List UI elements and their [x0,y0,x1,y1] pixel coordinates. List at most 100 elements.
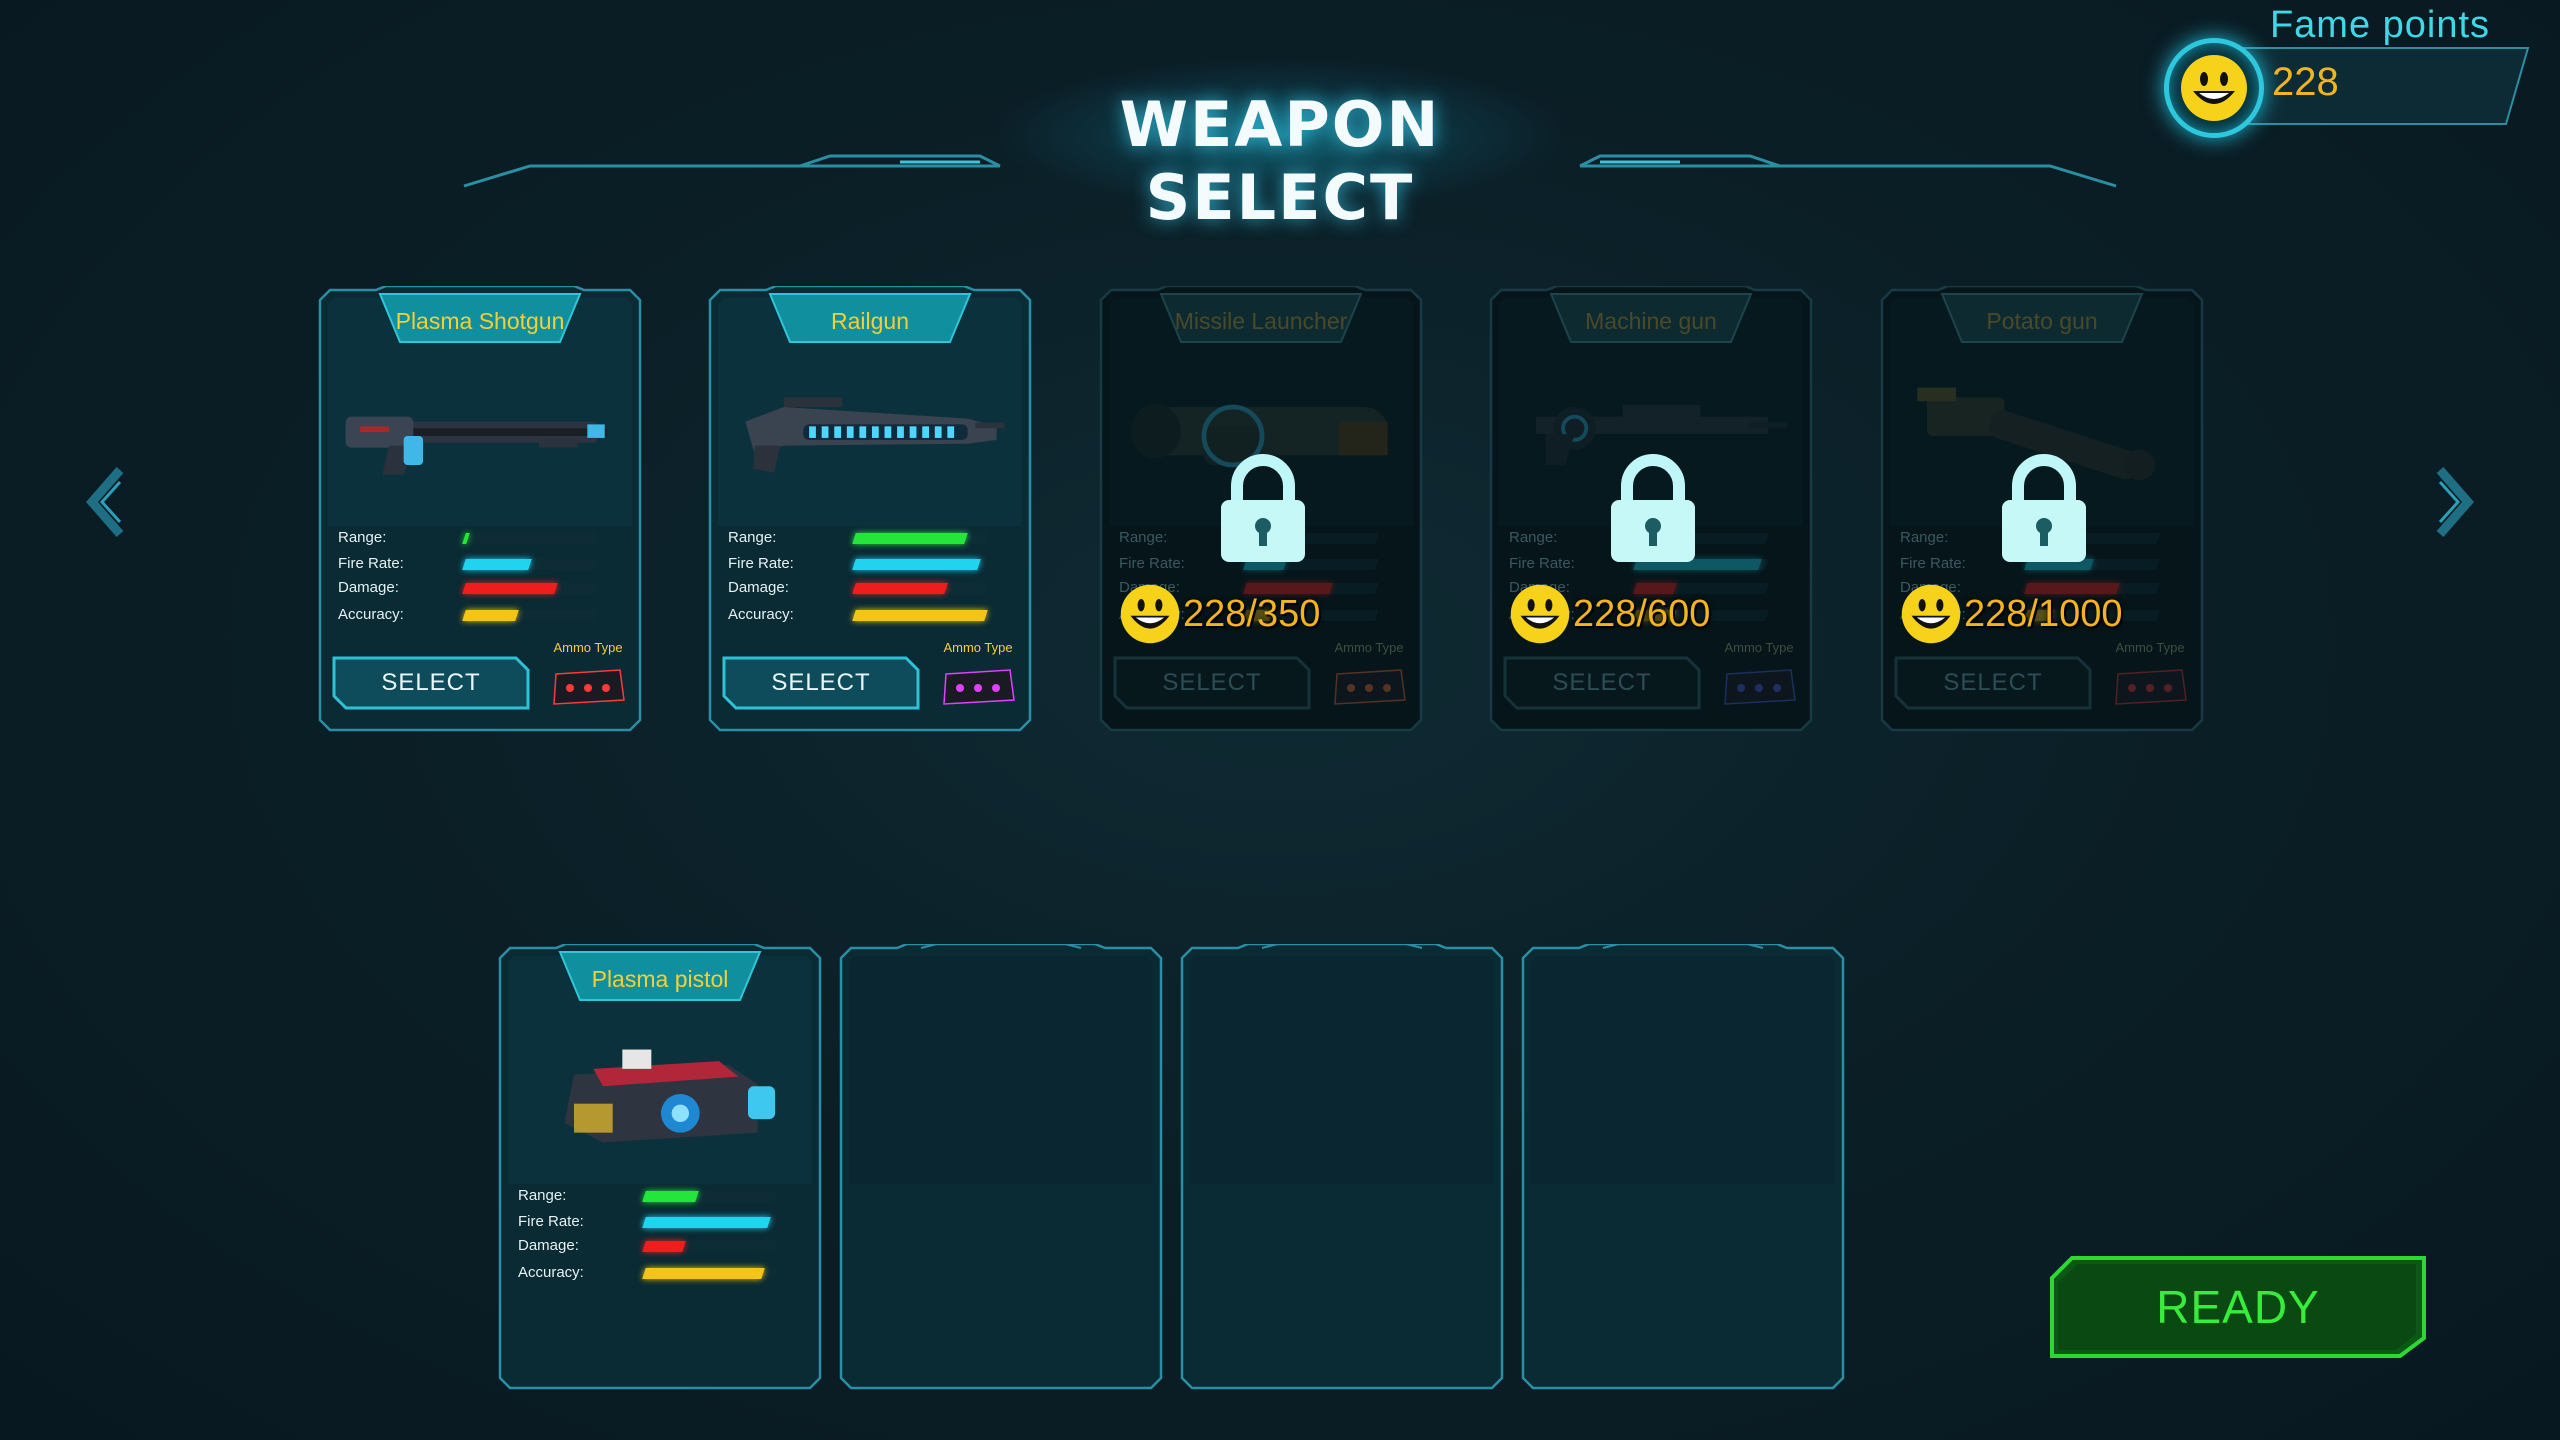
lock-icon [1221,454,1305,562]
weapon-card[interactable]: Railgun Range: Fire Rate: Damage: Accura… [706,286,1034,734]
stat-bar-track [462,583,598,594]
smiley-coin-icon [2181,55,2247,121]
stat-label: Range: [338,529,387,546]
stat-label: Range: [518,1187,567,1204]
stat-bar-fill [852,559,982,570]
chevron-left-icon[interactable] [82,462,132,542]
stat-bar-track [462,610,598,621]
stat-range: Range: [518,1187,798,1207]
unlock-cost: 228/350 [1119,584,1320,644]
stat-range: Range: [338,529,618,549]
stat-bar-fill [642,1217,772,1228]
stat-label: Fire Rate: [1900,555,1966,572]
stat-label: Range: [1509,529,1558,546]
stat-label: Fire Rate: [1119,555,1185,572]
stat-label: Damage: [518,1237,579,1254]
ammo-type-icon [553,669,625,705]
ammo-type-label: Ammo Type [1334,640,1404,655]
weapon-card[interactable]: Missile Launcher Range: Fire Rate: Damag… [1097,286,1425,734]
stat-label: Damage: [728,579,789,596]
stat-bar-fill [852,583,949,594]
stat-bar-fill [642,1191,699,1202]
stat-label: Range: [1900,529,1949,546]
select-button[interactable]: SELECT [330,654,532,712]
stat-bar-track [852,559,988,570]
stat-label: Damage: [338,579,399,596]
stat-bar-track [642,1241,778,1252]
select-button[interactable]: SELECT [720,654,922,712]
chevron-right-icon[interactable] [2428,462,2478,542]
unlock-cost-value: 228/350 [1183,592,1321,635]
card-frame [1521,944,1845,1390]
card-frame [1180,944,1504,1390]
select-label: SELECT [381,669,481,696]
unlock-cost-value: 228/1000 [1964,592,2123,635]
weapon-name: Plasma Shotgun [395,308,565,334]
select-label: SELECT [1162,669,1262,696]
stat-damage: Damage: [518,1237,798,1257]
unlock-cost: 228/600 [1509,584,1710,644]
loadout-slot-filled[interactable]: Plasma pistol Range: Fire Rate: Damage: [496,944,824,1390]
stat-label: Accuracy: [338,606,404,623]
ammo-type-label: Ammo Type [553,640,623,655]
weapon-name: Plasma pistol [591,966,729,992]
fame-points-value: 228 [2272,60,2339,104]
stat-label: Fire Rate: [518,1213,584,1230]
stat-accuracy: Accuracy: [728,606,1008,626]
stat-range: Range: [728,529,1008,549]
loadout-slot-empty[interactable] [1178,944,1506,1390]
stat-label: Fire Rate: [1509,555,1575,572]
stat-bar-track [462,559,598,570]
stat-fire-rate: Fire Rate: [518,1213,798,1233]
select-button: SELECT [1501,654,1703,712]
weapon-image [745,397,1005,473]
stat-fire-rate: Fire Rate: [338,555,618,575]
stat-bar-fill [462,533,470,544]
stat-accuracy: Accuracy: [518,1264,798,1284]
ammo-type-icon [1724,669,1796,705]
stat-bar-fill [852,533,968,544]
lock-icon [2002,454,2086,562]
weapon-image [564,1049,776,1143]
loadout-slot-empty[interactable] [837,944,1165,1390]
card-frame [839,944,1163,1390]
stat-label: Fire Rate: [338,555,404,572]
stat-fire-rate: Fire Rate: [728,555,1008,575]
stat-bar-fill [852,610,988,621]
smiley-coin-icon [1120,584,1180,644]
weapon-name: Potato gun [1986,308,2098,334]
ready-label: READY [2156,1281,2320,1333]
stat-bar-fill [462,583,559,594]
ready-button[interactable]: READY [2048,1254,2428,1360]
stat-bar-track [852,610,988,621]
stat-label: Range: [728,529,777,546]
loadout-slot-empty[interactable] [1519,944,1847,1390]
stat-bar-track [852,533,988,544]
weapon-name: Machine gun [1585,308,1717,334]
weapon-card[interactable]: Potato gun Range: Fire Rate: Damage: Ac [1878,286,2206,734]
select-label: SELECT [771,669,871,696]
stat-bar-track [642,1268,778,1279]
select-button: SELECT [1892,654,2094,712]
weapon-name: Railgun [831,308,909,334]
stat-bar-track [462,533,598,544]
weapon-card[interactable]: Machine gun Range: Fire Rate: Damage: [1487,286,1815,734]
weapon-image [345,416,607,475]
unlock-cost: 228/1000 [1900,584,2123,644]
stat-label: Range: [1119,529,1168,546]
select-button: SELECT [1111,654,1313,712]
stat-damage: Damage: [338,579,618,599]
stat-accuracy: Accuracy: [338,606,618,626]
weapon-card[interactable]: Plasma Shotgun Range: Fire Rate: Damage: [316,286,644,734]
fame-coin [2164,38,2264,138]
ammo-type-icon [943,669,1015,705]
ammo-type-icon [1334,669,1406,705]
stat-bar-track [642,1217,778,1228]
title-decor-left [463,154,1001,188]
stat-bar-fill [462,559,532,570]
page-title: WEAPON SELECT [1119,88,1441,234]
unlock-cost-value: 228/600 [1573,592,1711,635]
smiley-coin-icon [1901,584,1961,644]
stat-bar-track [642,1191,778,1202]
stat-label: Accuracy: [728,606,794,623]
